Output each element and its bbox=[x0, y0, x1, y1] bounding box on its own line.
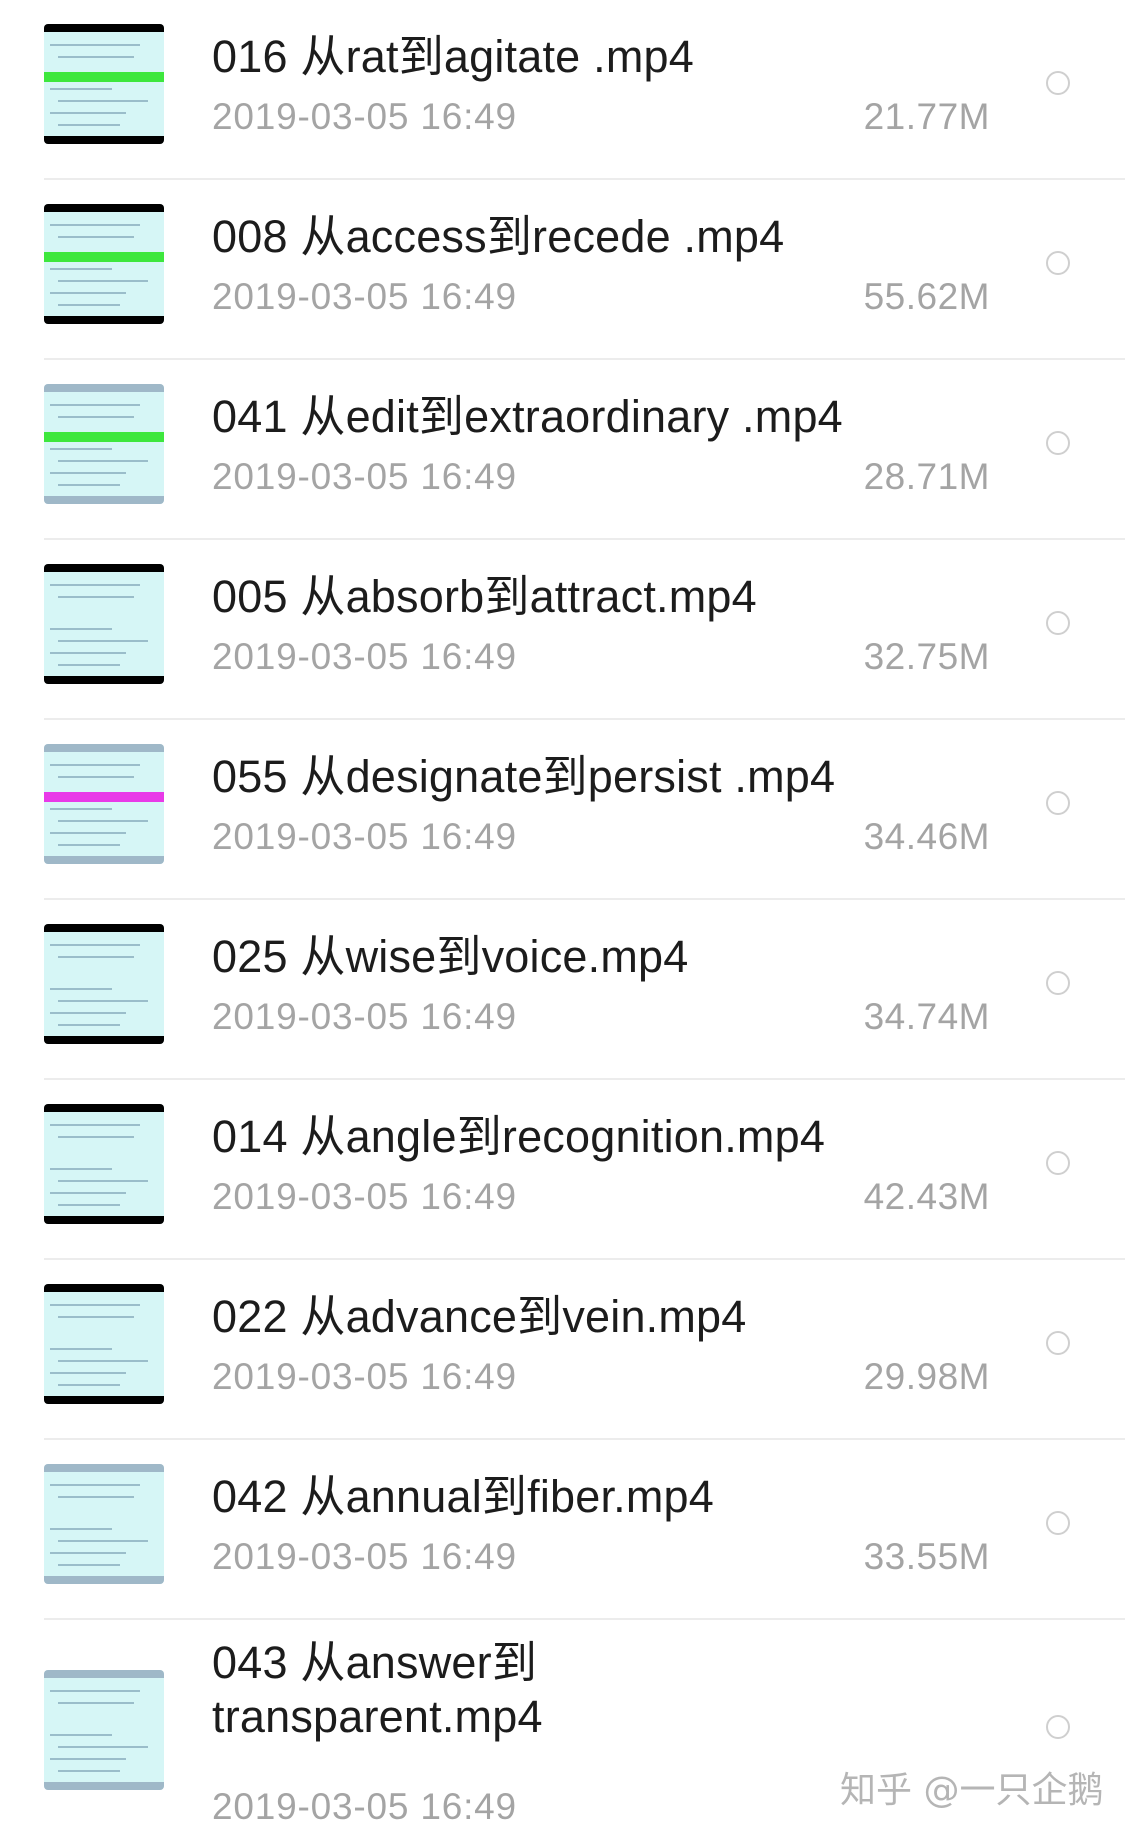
file-size: 29.98M bbox=[863, 1356, 990, 1397]
video-thumbnail bbox=[44, 1464, 164, 1584]
file-date: 2019-03-05 16:49 bbox=[212, 636, 517, 677]
video-thumbnail bbox=[44, 924, 164, 1044]
file-date: 2019-03-05 16:49 bbox=[212, 1176, 517, 1217]
file-name: 008 从access到recede .mp4 bbox=[212, 211, 785, 262]
file-row[interactable]: 014 从angle到recognition.mp4 2019-03-05 16:… bbox=[0, 1080, 1125, 1260]
video-thumbnail bbox=[44, 564, 164, 684]
video-thumbnail bbox=[44, 744, 164, 864]
video-thumbnail bbox=[44, 204, 164, 324]
file-date: 2019-03-05 16:49 bbox=[212, 456, 517, 497]
file-name: 022 从advance到vein.mp4 bbox=[212, 1291, 747, 1342]
file-row[interactable]: 008 从access到recede .mp4 2019-03-05 16:49 5… bbox=[0, 180, 1125, 360]
file-size: 42.43M bbox=[863, 1176, 990, 1217]
file-name: 016 从rat到agitate .mp4 bbox=[212, 31, 694, 82]
file-date: 2019-03-05 16:49 bbox=[212, 996, 517, 1037]
select-radio[interactable] bbox=[1046, 1151, 1070, 1175]
file-name: 005 从absorb到attract.mp4 bbox=[212, 571, 757, 622]
watermark: 知乎 @一只企鹅 bbox=[840, 1770, 1104, 1811]
file-name: 042 从annual到fiber.mp4 bbox=[212, 1471, 715, 1522]
select-radio[interactable] bbox=[1046, 611, 1070, 635]
file-size: 34.46M bbox=[863, 816, 990, 857]
file-date: 2019-03-05 16:49 bbox=[212, 1786, 517, 1827]
file-name: 025 从wise到voice.mp4 bbox=[212, 931, 689, 982]
select-radio[interactable] bbox=[1046, 971, 1070, 995]
file-size: 33.55M bbox=[863, 1536, 990, 1577]
video-thumbnail bbox=[44, 24, 164, 144]
file-size: 55.62M bbox=[863, 276, 990, 317]
file-name: 055 从designate到persist .mp4 bbox=[212, 751, 836, 802]
file-size: 34.74M bbox=[863, 996, 990, 1037]
video-thumbnail bbox=[44, 1284, 164, 1404]
select-radio[interactable] bbox=[1046, 1511, 1070, 1535]
select-radio[interactable] bbox=[1046, 1331, 1070, 1355]
file-row[interactable]: 042 从annual到fiber.mp4 2019-03-05 16:49 33.… bbox=[0, 1440, 1125, 1620]
file-row[interactable]: 025 从wise到voice.mp4 2019-03-05 16:49 34.74… bbox=[0, 900, 1125, 1080]
file-date: 2019-03-05 16:49 bbox=[212, 1356, 517, 1397]
video-thumbnail bbox=[44, 1670, 164, 1790]
file-row[interactable]: 022 从advance到vein.mp4 2019-03-05 16:49 29.… bbox=[0, 1260, 1125, 1440]
file-date: 2019-03-05 16:49 bbox=[212, 96, 517, 137]
file-name: 041 从edit到extraordinary .mp4 bbox=[212, 391, 843, 442]
file-row[interactable]: 005 从absorb到attract.mp4 2019-03-05 16:49 3… bbox=[0, 540, 1125, 720]
file-date: 2019-03-05 16:49 bbox=[212, 276, 517, 317]
select-radio[interactable] bbox=[1046, 251, 1070, 275]
select-radio[interactable] bbox=[1046, 791, 1070, 815]
file-date: 2019-03-05 16:49 bbox=[212, 816, 517, 857]
file-size: 21.77M bbox=[863, 96, 990, 137]
video-thumbnail bbox=[44, 1104, 164, 1224]
select-radio[interactable] bbox=[1046, 1715, 1070, 1739]
file-name: 014 从angle到recognition.mp4 bbox=[212, 1111, 826, 1162]
file-row[interactable]: 055 从designate到persist .mp4 2019-03-05 16… bbox=[0, 720, 1125, 900]
file-row[interactable]: 016 从rat到agitate .mp4 2019-03-05 16:49 21.… bbox=[0, 0, 1125, 180]
select-radio[interactable] bbox=[1046, 431, 1070, 455]
file-size: 28.71M bbox=[863, 456, 990, 497]
select-radio[interactable] bbox=[1046, 71, 1070, 95]
file-date: 2019-03-05 16:49 bbox=[212, 1536, 517, 1577]
file-name: 043 从answer到transparent.mp4 bbox=[212, 1637, 543, 1742]
video-thumbnail bbox=[44, 384, 164, 504]
file-size: 32.75M bbox=[863, 636, 990, 677]
file-list: 016 从rat到agitate .mp4 2019-03-05 16:49 21.… bbox=[0, 0, 1125, 1838]
file-row[interactable]: 041 从edit到extraordinary .mp4 2019-03-05 1… bbox=[0, 360, 1125, 540]
